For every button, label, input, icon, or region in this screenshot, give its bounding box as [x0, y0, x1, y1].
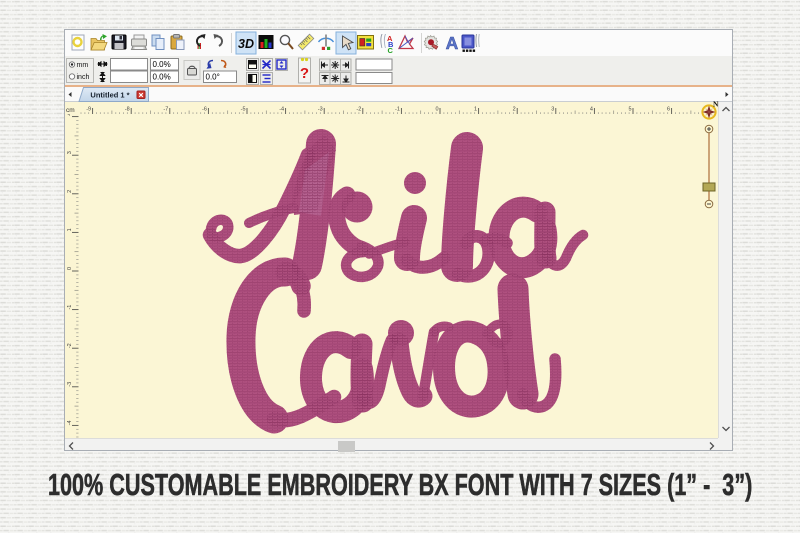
svg-text:-8: -8 [125, 107, 130, 113]
svg-text:4: 4 [590, 107, 593, 113]
svg-text:-3: -3 [318, 107, 323, 113]
svg-text:0: 0 [67, 267, 73, 270]
svg-text:mm: mm [77, 62, 89, 69]
svg-text:-2: -2 [356, 107, 361, 113]
svg-text:-5: -5 [241, 107, 246, 113]
svg-text:0.0°: 0.0° [206, 73, 220, 82]
svg-text:0.0%: 0.0% [153, 60, 171, 69]
svg-text:1: 1 [67, 228, 73, 231]
svg-text:6: 6 [667, 107, 670, 113]
svg-text:1: 1 [474, 107, 477, 113]
svg-text:-6: -6 [202, 107, 207, 113]
svg-text:4: 4 [67, 114, 73, 116]
svg-text:A: A [446, 33, 459, 53]
svg-text:3: 3 [551, 107, 554, 113]
svg-text:-2: -2 [67, 343, 73, 348]
svg-text:C: C [388, 46, 394, 55]
svg-text:inch: inch [77, 74, 90, 81]
svg-text:-3: -3 [67, 382, 73, 387]
svg-text:Untitled 1 *: Untitled 1 * [90, 91, 129, 100]
svg-text:2: 2 [67, 190, 73, 193]
svg-text:-4: -4 [279, 107, 284, 113]
svg-text:0.0%: 0.0% [153, 73, 171, 82]
svg-text:-7: -7 [163, 107, 168, 113]
svg-text:-1: -1 [67, 305, 73, 310]
svg-text:-4: -4 [67, 420, 73, 425]
svg-text:3D: 3D [238, 37, 254, 51]
svg-text:-9: -9 [86, 107, 91, 113]
svg-text:2: 2 [513, 107, 516, 113]
svg-text:-1: -1 [395, 107, 400, 113]
svg-text:?: ? [300, 65, 309, 82]
svg-text:3: 3 [67, 151, 73, 154]
svg-text:5: 5 [628, 107, 631, 113]
svg-text:0: 0 [435, 107, 438, 113]
svg-text:cm: cm [66, 107, 75, 114]
